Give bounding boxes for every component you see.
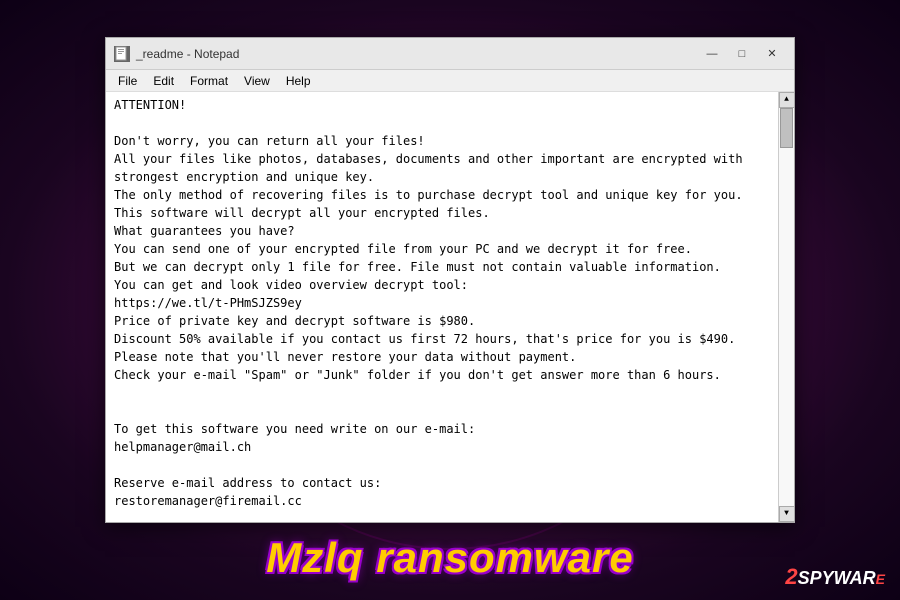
menu-bar: File Edit Format View Help [106, 70, 794, 92]
text-content: ATTENTION! Don't worry, you can return a… [114, 96, 786, 522]
bottom-title-area: Mzlq ransomware [0, 534, 900, 582]
window-controls: — □ ✕ [698, 44, 786, 64]
maximize-button[interactable]: □ [728, 44, 756, 64]
scroll-up-button[interactable]: ▲ [779, 92, 795, 108]
menu-file[interactable]: File [110, 72, 145, 90]
spyware-logo: 2 SPYWAR E [785, 564, 885, 590]
spyware-logo-2: 2 [785, 564, 797, 590]
minimize-button[interactable]: — [698, 44, 726, 64]
app-icon [114, 46, 130, 62]
scroll-thumb[interactable] [780, 108, 793, 148]
spyware-logo-suffix: E [876, 571, 885, 587]
scrollbar[interactable]: ▲ ▼ [778, 92, 794, 522]
menu-help[interactable]: Help [278, 72, 319, 90]
text-content-area[interactable]: ATTENTION! Don't worry, you can return a… [106, 92, 794, 522]
scroll-down-button[interactable]: ▼ [779, 506, 795, 522]
title-bar: _readme - Notepad — □ ✕ [106, 38, 794, 70]
notepad-window: _readme - Notepad — □ ✕ File Edit Format… [105, 37, 795, 523]
menu-format[interactable]: Format [182, 72, 236, 90]
menu-edit[interactable]: Edit [145, 72, 182, 90]
ransomware-title: Mzlq ransomware [266, 534, 633, 581]
spyware-logo-main: SPYWAR [798, 568, 876, 589]
window-title: _readme - Notepad [136, 47, 698, 61]
close-button[interactable]: ✕ [758, 44, 786, 64]
menu-view[interactable]: View [236, 72, 278, 90]
scroll-track[interactable] [779, 108, 794, 506]
